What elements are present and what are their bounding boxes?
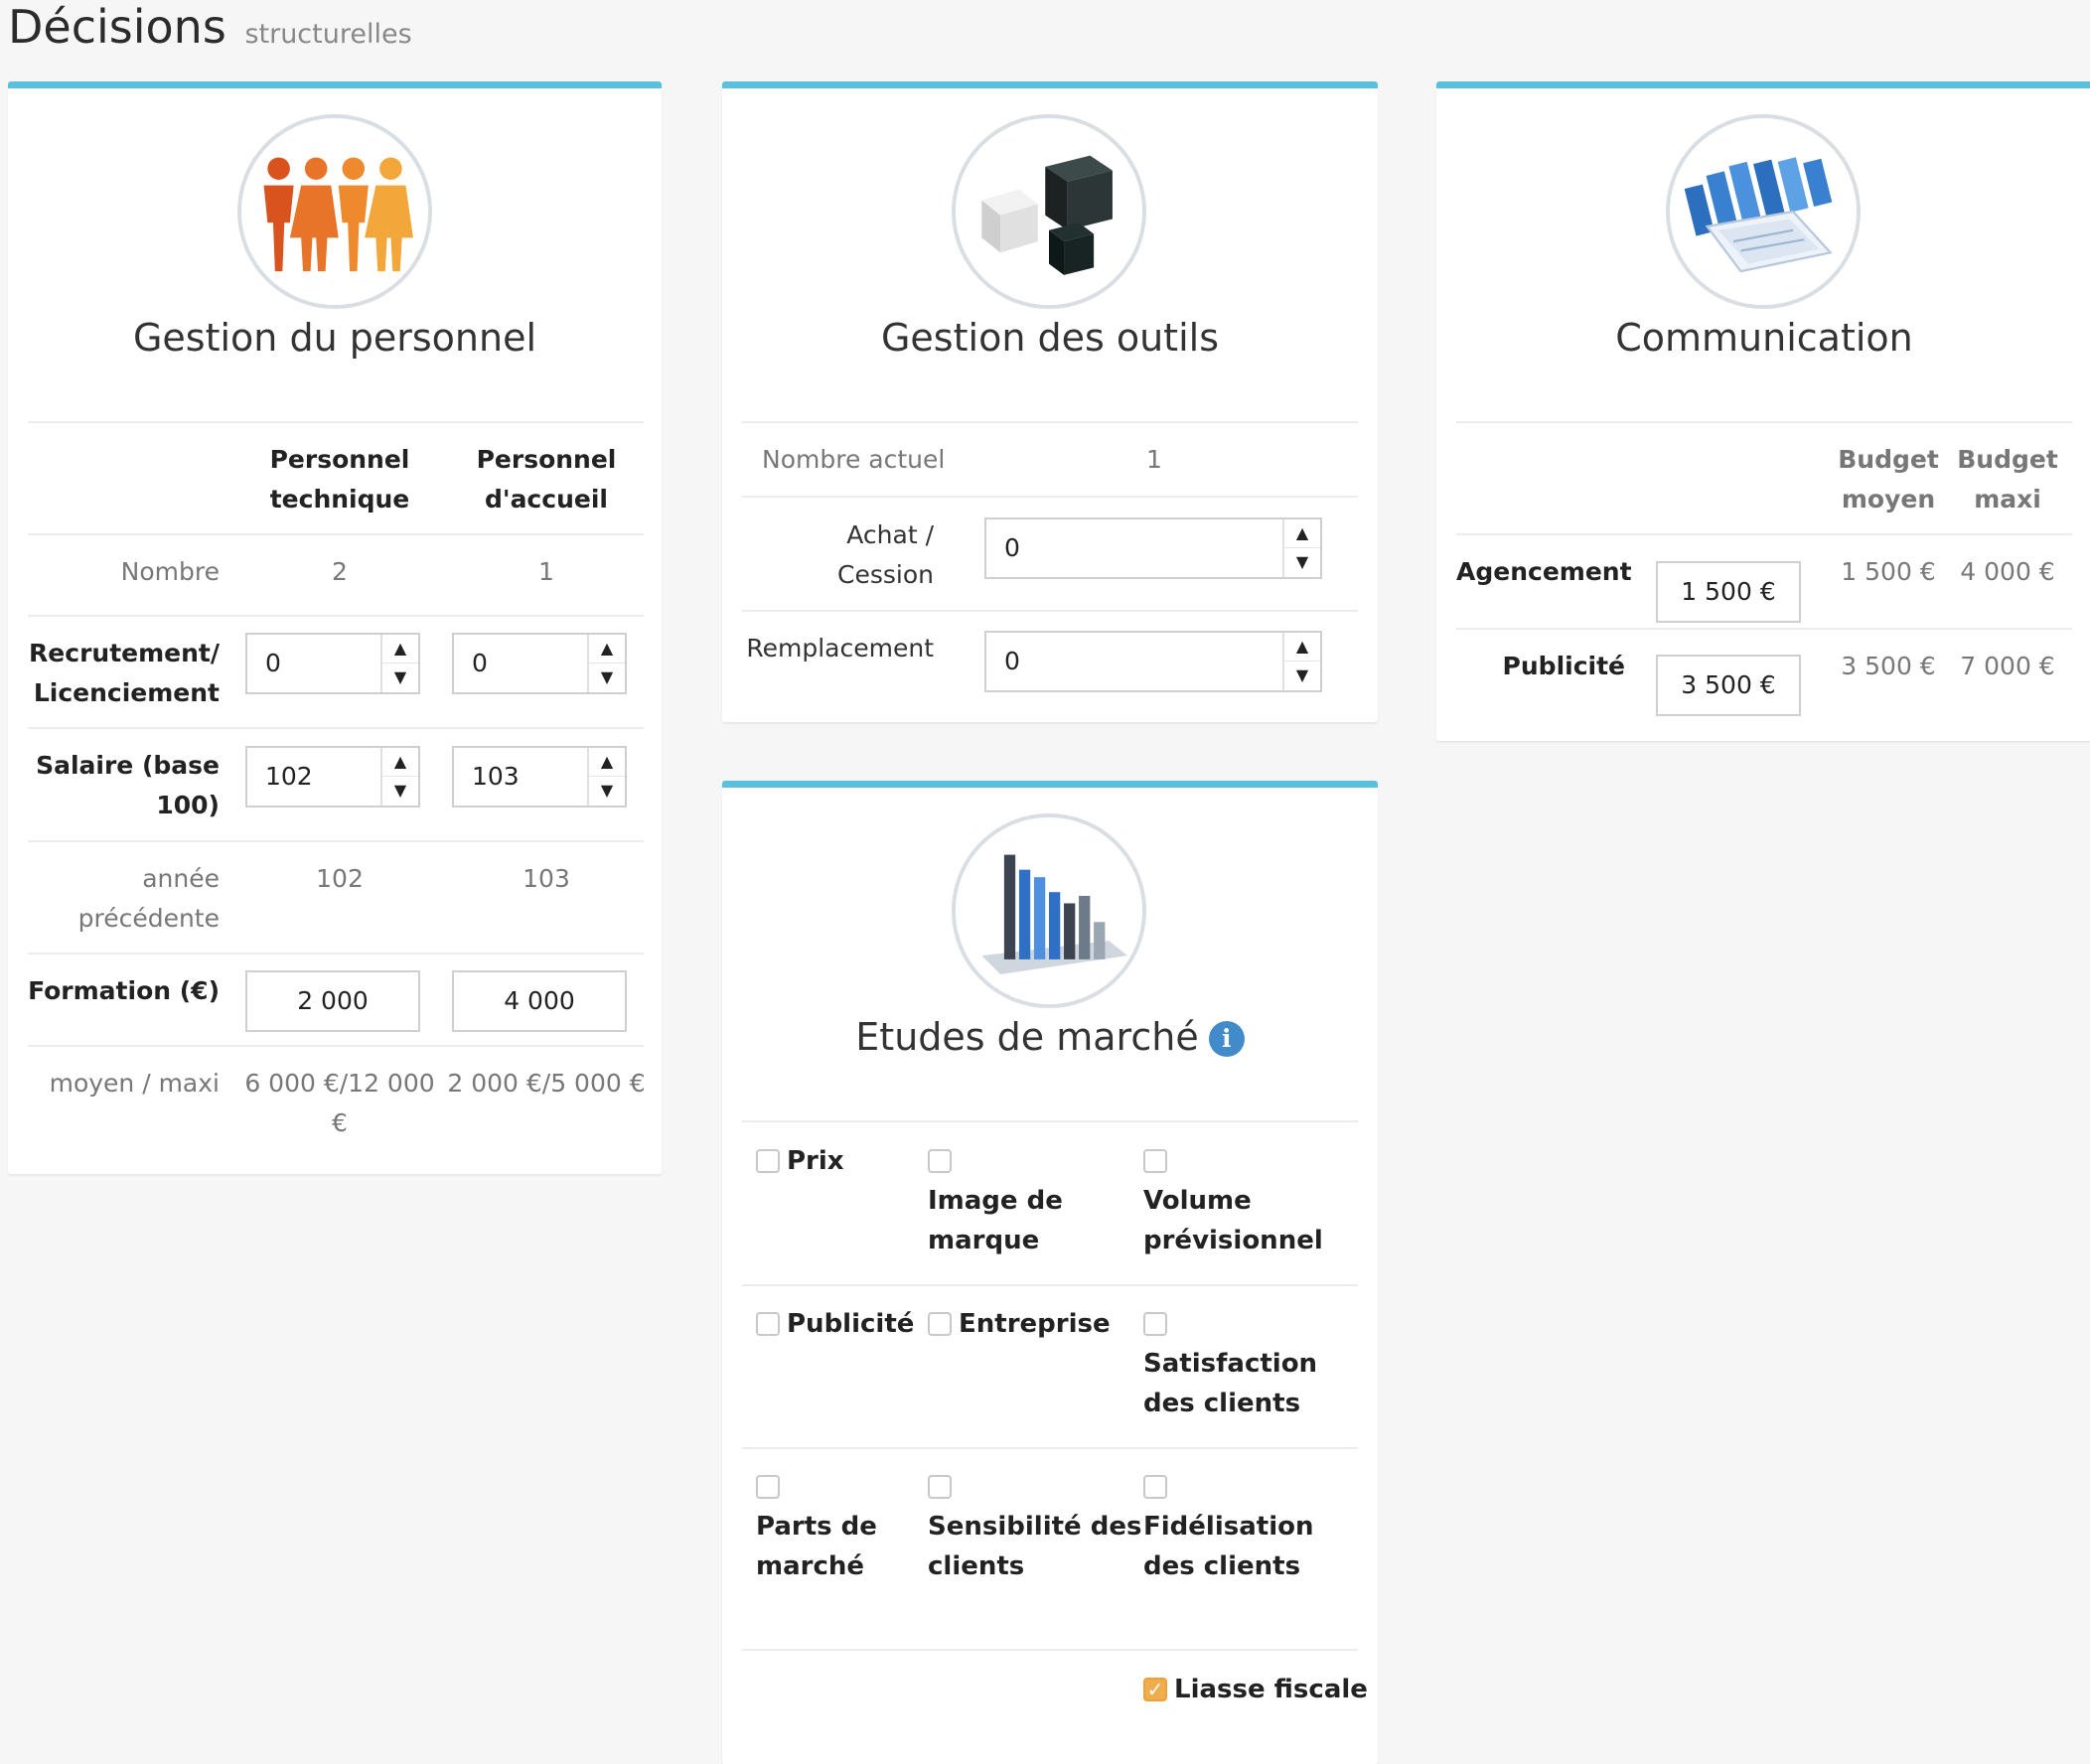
spinner[interactable]: ▲ ▼ [587, 635, 625, 692]
column-header-accueil: Personnel d'accueil [476, 445, 617, 514]
checkbox-entreprise[interactable] [928, 1312, 952, 1336]
info-icon[interactable]: i [1208, 1021, 1245, 1057]
panel-etudes-title-text: Etudes de marché [855, 1015, 1199, 1059]
spinner[interactable]: ▲ ▼ [1282, 519, 1320, 577]
spin-down-icon[interactable]: ▼ [589, 663, 625, 692]
spin-up-icon[interactable]: ▲ [382, 635, 418, 663]
agencement-budget-maxi: 4 000 € [1960, 557, 2055, 586]
spinner[interactable]: ▲ ▼ [1282, 633, 1320, 690]
checkbox-satisfaction-clients[interactable] [1143, 1312, 1167, 1336]
publicite-budget-moyen: 3 500 € [1841, 652, 1936, 680]
spin-down-icon[interactable]: ▼ [382, 663, 418, 692]
label-formation: Formation (€) [28, 976, 220, 1005]
salaire-accueil-value: 103 [472, 762, 520, 791]
value-annee-technique: 102 [316, 864, 364, 893]
checkbox-parts-de-marche[interactable] [756, 1475, 780, 1499]
label-publicite: Publicité [787, 1309, 915, 1339]
remplacement-input[interactable]: 0 ▲ ▼ [984, 631, 1322, 692]
page-subtitle: structurelles [244, 19, 412, 50]
spinner[interactable]: ▲ ▼ [380, 635, 418, 692]
salaire-accueil-input[interactable]: 103 ▲ ▼ [452, 746, 627, 808]
spin-down-icon[interactable]: ▼ [382, 777, 418, 806]
column-header-budget-moyen: Budget moyen [1838, 445, 1939, 514]
salaire-technique-input[interactable]: 102 ▲ ▼ [245, 746, 420, 808]
label-prix: Prix [787, 1146, 844, 1176]
spin-down-icon[interactable]: ▼ [589, 777, 625, 806]
label-nombre-actuel: Nombre actuel [762, 445, 946, 474]
achat-cession-value: 0 [1004, 533, 1020, 562]
people-icon [237, 114, 432, 309]
panel-outils-title: Gestion des outils [880, 316, 1219, 360]
label-nombre: Nombre [120, 557, 220, 586]
label-satisfaction-clients: Satisfaction des clients [1143, 1349, 1318, 1418]
value-nombre-accueil: 1 [538, 557, 554, 586]
remplacement-value: 0 [1004, 647, 1020, 675]
panel-communication: Communication Budget moyen Budget maxi A… [1436, 81, 2090, 741]
achat-cession-input[interactable]: 0 ▲ ▼ [984, 517, 1322, 579]
label-image-de-marque: Image de marque [928, 1186, 1063, 1255]
label-remplacement: Remplacement [746, 634, 934, 662]
salaire-technique-value: 102 [265, 762, 313, 791]
documents-icon [1666, 114, 1861, 309]
spin-up-icon[interactable]: ▲ [589, 635, 625, 663]
agencement-budget-moyen: 1 500 € [1841, 557, 1936, 586]
panel-etudes: Etudes de marché i Prix Image de marque V… [722, 781, 1378, 1764]
label-liasse-fiscale: Liasse fiscale [1174, 1675, 1368, 1704]
spinner[interactable]: ▲ ▼ [587, 748, 625, 806]
label-agencement: Agencement [1456, 557, 1632, 586]
spin-up-icon[interactable]: ▲ [1284, 519, 1320, 548]
spin-up-icon[interactable]: ▲ [382, 748, 418, 777]
label-parts-de-marche: Parts de marché [756, 1512, 877, 1581]
value-moyen-accueil: 2 000 €/5 000 € [447, 1069, 646, 1098]
cubes-icon [952, 114, 1146, 309]
recrutement-technique-input[interactable]: 0 ▲ ▼ [245, 633, 420, 694]
label-fidelisation-clients: Fidélisation des clients [1143, 1512, 1314, 1581]
spin-down-icon[interactable]: ▼ [1284, 548, 1320, 577]
recrutement-technique-value: 0 [265, 649, 281, 677]
value-moyen-technique: 6 000 €/12 000 € [244, 1069, 435, 1137]
checkbox-publicite[interactable] [756, 1312, 780, 1336]
label-sensibilite-clients: Sensibilité des clients [928, 1512, 1142, 1581]
spin-up-icon[interactable]: ▲ [589, 748, 625, 777]
column-header-budget-maxi: Budget maxi [1957, 445, 2058, 514]
formation-technique-input[interactable]: 2 000 [245, 970, 420, 1032]
panel-etudes-title: Etudes de marché i [722, 1015, 1378, 1059]
label-annee-precedente: année précédente [77, 864, 220, 933]
panel-communication-title: Communication [1615, 316, 1913, 360]
recrutement-accueil-input[interactable]: 0 ▲ ▼ [452, 633, 627, 694]
value-annee-accueil: 103 [522, 864, 570, 893]
label-recrutement: Recrutement/ Licenciement [29, 639, 220, 707]
label-volume-previsionnel: Volume prévisionnel [1143, 1186, 1323, 1255]
value-nombre-actuel: 1 [1146, 445, 1162, 474]
column-header-technique: Personnel technique [269, 445, 410, 514]
checkbox-liasse-fiscale[interactable]: ✓ [1143, 1678, 1167, 1701]
panel-personnel: Gestion du personnel Personnel technique… [8, 81, 662, 1174]
page-title-main: Décisions [8, 0, 226, 54]
page-title: Décisions structurelles [8, 0, 412, 54]
spinner[interactable]: ▲ ▼ [380, 748, 418, 806]
label-salaire: Salaire (base 100) [36, 751, 220, 819]
bar-chart-icon [952, 813, 1146, 1008]
panel-personnel-title: Gestion du personnel [132, 316, 537, 360]
label-entreprise: Entreprise [959, 1309, 1111, 1339]
checkbox-prix[interactable] [756, 1149, 780, 1173]
value-nombre-technique: 2 [332, 557, 348, 586]
checkbox-volume-previsionnel[interactable] [1143, 1149, 1167, 1173]
publicite-budget-maxi: 7 000 € [1960, 652, 2055, 680]
checkbox-fidelisation-clients[interactable] [1143, 1475, 1167, 1499]
label-achat-cession: Achat / Cession [837, 520, 934, 589]
panel-outils: Gestion des outils Nombre actuel 1 Achat… [722, 81, 1378, 722]
checkbox-image-de-marque[interactable] [928, 1149, 952, 1173]
publicite-input[interactable]: 3 500 € [1656, 655, 1801, 716]
agencement-input[interactable]: 1 500 € [1656, 561, 1801, 623]
spin-down-icon[interactable]: ▼ [1284, 662, 1320, 690]
formation-accueil-input[interactable]: 4 000 [452, 970, 627, 1032]
recrutement-accueil-value: 0 [472, 649, 488, 677]
label-publicite: Publicité [1502, 652, 1625, 680]
label-moyen-maxi: moyen / maxi [49, 1069, 220, 1098]
checkbox-sensibilite-clients[interactable] [928, 1475, 952, 1499]
spin-up-icon[interactable]: ▲ [1284, 633, 1320, 662]
